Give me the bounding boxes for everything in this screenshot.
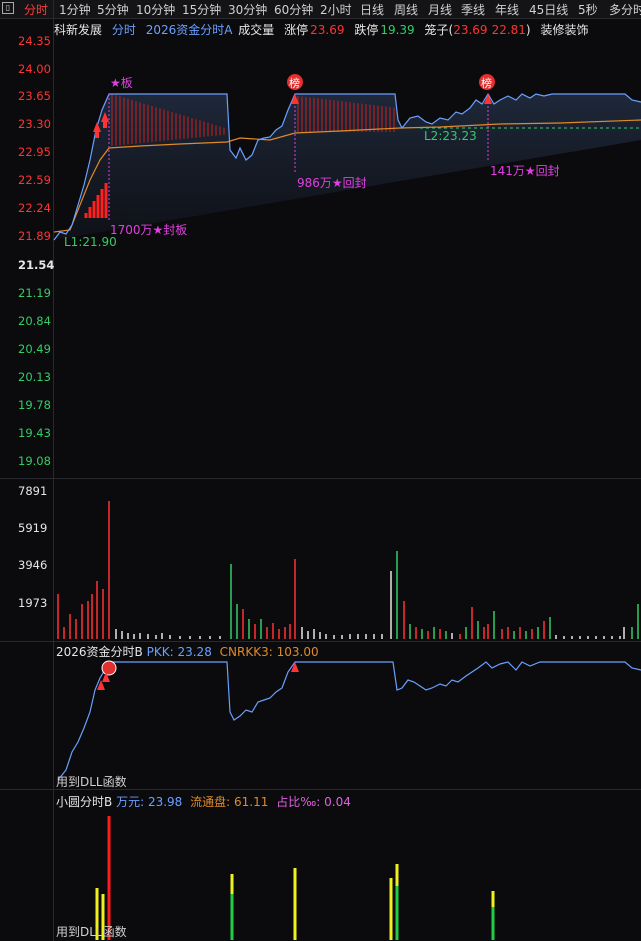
panel-c-bars <box>95 816 495 940</box>
volume-bars <box>57 501 639 639</box>
wan-value: 23.98 <box>147 795 183 809</box>
panel-b-title[interactable]: 2026资金分时B <box>56 645 143 659</box>
panel-c-title[interactable]: 小圆分时B <box>56 795 112 809</box>
ratio-value: 0.04 <box>324 795 351 809</box>
seal-label-1: 1700万★封板 <box>110 223 188 237</box>
l2-label: L2:23.23 <box>424 129 477 143</box>
wan-label: 万元: <box>116 795 145 809</box>
pkk-label: PKK: <box>146 645 174 659</box>
panel-b-header: 2026资金分时B PKK: 23.28 CNRKK3: 103.00 <box>56 643 319 660</box>
seal-label-3: 141万★回封 <box>490 164 560 178</box>
panel-b-ball <box>101 660 117 676</box>
panel-c-footer: 用到DLL函数 <box>56 925 127 939</box>
seal-label-2: 986万★回封 <box>297 176 367 190</box>
panel-b-line <box>57 661 641 781</box>
panel-b-footer: 用到DLL函数 <box>56 775 127 789</box>
cnrkk-value: 103.00 <box>276 645 319 659</box>
bang-label-2: 榜 <box>481 77 492 90</box>
board-label: ★板 <box>110 76 133 90</box>
panel-c-header: 小圆分时B 万元: 23.98 流通盘: 61.11 占比‰: 0.04 <box>56 793 351 810</box>
float-label: 流通盘: <box>190 795 231 809</box>
l1-label: L1:21.90 <box>64 235 117 249</box>
bang-label-1: 榜 <box>289 77 300 90</box>
pkk-value: 23.28 <box>177 645 212 659</box>
float-value: 61.11 <box>234 795 269 809</box>
ratio-label: 占比‰: <box>276 795 321 809</box>
cnrkk-label: CNRKK3: <box>219 645 273 659</box>
